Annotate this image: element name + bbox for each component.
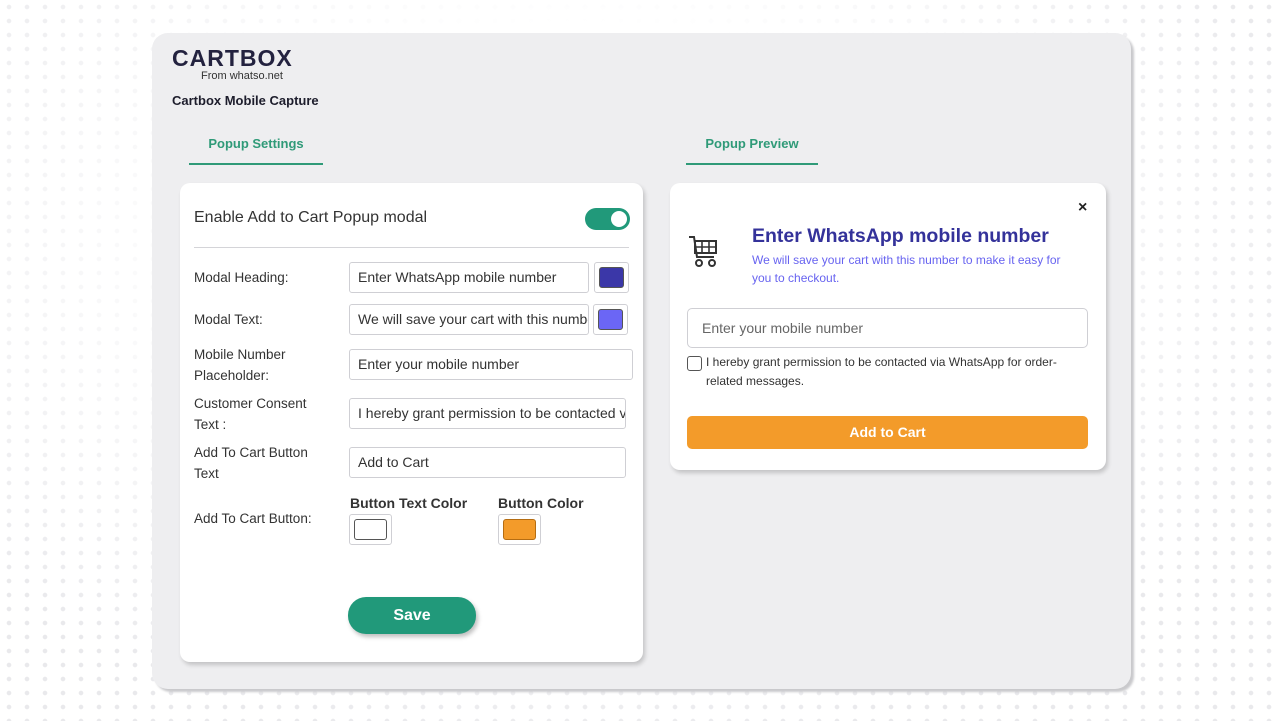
settings-card: Enable Add to Cart Popup modal Modal Hea… xyxy=(180,183,643,662)
button-color-picker[interactable] xyxy=(498,514,541,545)
preview-text: We will save your cart with this number … xyxy=(752,253,1061,285)
modal-heading-color-picker[interactable] xyxy=(594,262,629,293)
preview-add-to-cart-button[interactable]: Add to Cart xyxy=(687,416,1088,449)
button-text-label: Add To Cart Button Text xyxy=(194,442,308,484)
button-colors-label: Add To Cart Button: xyxy=(194,511,312,526)
consent-text-input[interactable]: I hereby grant permission to be contacte… xyxy=(349,398,626,429)
mobile-placeholder-input[interactable]: Enter your mobile number xyxy=(349,349,633,380)
toggle-knob xyxy=(611,211,627,227)
button-color-swatch xyxy=(503,519,536,540)
preview-consent-text: I hereby grant permission to be contacte… xyxy=(706,355,1057,388)
modal-text-color-swatch xyxy=(598,309,623,330)
mobile-placeholder-label-line2: Placeholder: xyxy=(194,368,270,383)
button-text-label-line2: Text xyxy=(194,466,219,481)
preview-consent-checkbox[interactable] xyxy=(687,356,702,371)
button-text-color-picker[interactable] xyxy=(349,514,392,545)
consent-label: Customer Consent Text : xyxy=(194,393,307,435)
mobile-placeholder-label-line1: Mobile Number xyxy=(194,347,286,362)
modal-text-color-picker[interactable] xyxy=(593,304,628,335)
modal-text-label: Modal Text: xyxy=(194,312,263,327)
enable-popup-label: Enable Add to Cart Popup modal xyxy=(194,209,428,226)
button-color-label: Button Color xyxy=(498,495,584,511)
preview-card: × Enter WhatsApp mobile number We will s… xyxy=(670,183,1106,470)
consent-label-line1: Customer Consent xyxy=(194,396,307,411)
button-text-input[interactable]: Add to Cart xyxy=(349,447,626,478)
tab-popup-preview[interactable]: Popup Preview xyxy=(686,136,818,165)
button-text-label-line1: Add To Cart Button xyxy=(194,445,308,460)
save-button[interactable]: Save xyxy=(348,597,476,634)
app-window: CARTBOX From whatso.net Cartbox Mobile C… xyxy=(152,33,1131,689)
consent-label-line2: Text : xyxy=(194,417,227,432)
logo-subtitle: From whatso.net xyxy=(201,70,283,82)
modal-heading-label: Modal Heading: xyxy=(194,270,289,285)
page-title: Cartbox Mobile Capture xyxy=(172,93,319,108)
modal-heading-color-swatch xyxy=(599,267,624,288)
tab-popup-settings[interactable]: Popup Settings xyxy=(189,136,323,165)
button-text-color-swatch xyxy=(354,519,387,540)
cartbox-logo: CARTBOX From whatso.net xyxy=(172,45,293,82)
shopping-cart-icon xyxy=(688,233,718,276)
logo-text: CARTBOX xyxy=(172,45,293,71)
button-text-color-label: Button Text Color xyxy=(350,495,468,511)
close-icon[interactable]: × xyxy=(1078,199,1087,217)
modal-heading-input[interactable]: Enter WhatsApp mobile number xyxy=(349,262,589,293)
modal-text-input[interactable]: We will save your cart with this number … xyxy=(349,304,589,335)
divider xyxy=(194,247,629,248)
mobile-placeholder-label: Mobile Number Placeholder: xyxy=(194,344,286,386)
preview-heading: Enter WhatsApp mobile number xyxy=(752,225,1049,247)
preview-mobile-input[interactable]: Enter your mobile number xyxy=(687,308,1088,348)
enable-popup-toggle[interactable] xyxy=(585,208,630,230)
